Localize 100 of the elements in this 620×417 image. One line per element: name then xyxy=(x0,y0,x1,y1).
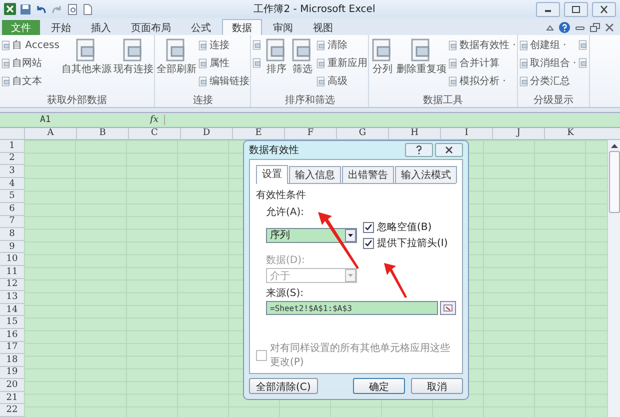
ribbon-command-icon xyxy=(448,58,458,68)
help-button[interactable] xyxy=(405,143,433,157)
dialog-tab[interactable]: 输入信息 xyxy=(289,166,341,183)
ribbon-small-button[interactable]: 创建组 · xyxy=(518,37,576,53)
ribbon-small-button[interactable]: 取消组合 · xyxy=(518,55,576,71)
column-header[interactable]: B xyxy=(76,128,128,139)
ribbon-command-icon xyxy=(198,40,208,50)
column-header[interactable]: F xyxy=(284,128,336,139)
clear-all-button[interactable]: 全部清除(C) xyxy=(249,378,318,394)
ribbon-tab[interactable]: 审阅 xyxy=(264,20,302,35)
ribbon-tab[interactable]: 插入 xyxy=(82,20,120,35)
minimize-button[interactable] xyxy=(536,2,560,16)
ribbon-small-button[interactable]: 高级 xyxy=(316,73,368,89)
allow-dropdown[interactable]: 序列 xyxy=(266,228,357,242)
help-icon[interactable] xyxy=(559,22,570,33)
column-header[interactable]: H xyxy=(388,128,440,139)
name-box[interactable]: A1 xyxy=(0,114,90,126)
close-button[interactable] xyxy=(435,143,463,157)
ribbon-small-button[interactable]: 自 Access xyxy=(1,37,60,53)
excel-logo-icon xyxy=(4,3,16,15)
ribbon-command-icon xyxy=(316,40,326,50)
ribbon-tab[interactable]: 视图 xyxy=(304,20,342,35)
checkbox[interactable] xyxy=(363,238,374,248)
group-label: 数据工具 xyxy=(422,95,464,107)
close-icon[interactable] xyxy=(605,23,614,32)
ribbon-large-button[interactable]: 全部刷新 xyxy=(156,37,196,75)
ribbon-small-button[interactable]: 编辑链接 xyxy=(198,73,250,89)
column-header[interactable]: K xyxy=(544,128,596,139)
dialog-title: 数据有效性 xyxy=(249,144,300,157)
print-preview-icon[interactable] xyxy=(67,4,78,14)
caret-icon[interactable] xyxy=(345,228,356,242)
column-header[interactable]: A xyxy=(24,128,76,139)
ribbon-large-button[interactable]: 删除重复项 xyxy=(396,37,446,75)
restore-icon[interactable] xyxy=(590,23,600,32)
cancel-button[interactable]: 取消 xyxy=(411,378,463,394)
ribbon-command-icon xyxy=(518,76,529,86)
ribbon-large-button[interactable]: 现有连接 xyxy=(113,37,154,75)
ribbon-command-icon xyxy=(252,39,262,51)
scroll-up-icon[interactable] xyxy=(610,143,618,148)
column-header[interactable]: D xyxy=(180,128,232,139)
checkbox[interactable] xyxy=(363,222,374,232)
field-label: 数据(D): xyxy=(266,254,306,267)
ribbon-command-icon xyxy=(578,39,588,51)
ribbon-command-icon xyxy=(1,58,11,68)
ok-button[interactable]: 确定 xyxy=(353,378,405,394)
ribbon-command-icon xyxy=(252,57,262,69)
annotation-arrow xyxy=(384,263,408,299)
ribbon-tab[interactable]: 页面布局 xyxy=(122,20,180,35)
ribbon-small-button[interactable]: 数据有效性 · xyxy=(448,37,516,53)
section-heading: 有效性条件 xyxy=(256,188,307,202)
ribbon-large-button[interactable]: 排序 xyxy=(264,37,288,75)
save-icon[interactable] xyxy=(20,4,31,14)
ribbon-tab[interactable]: 数据 xyxy=(222,19,262,35)
ribbon-command-icon xyxy=(198,76,208,86)
checkbox-label[interactable]: 忽略空值(B) xyxy=(377,220,432,234)
ribbon-large-button[interactable]: 筛选 xyxy=(290,37,314,75)
column-header[interactable]: I xyxy=(440,128,492,139)
ribbon-tab[interactable]: 公式 xyxy=(182,20,220,35)
ribbon-small-button[interactable]: 连接 xyxy=(198,37,250,53)
ribbon-small-button[interactable]: 属性 xyxy=(198,55,250,71)
ribbon-small-button[interactable]: 自文本 xyxy=(1,73,60,89)
ribbon-small-button[interactable]: 清除 xyxy=(316,37,368,53)
ribbon-command-icon xyxy=(198,58,208,68)
insert-function-button[interactable]: fx xyxy=(150,115,166,125)
dialog-tab[interactable]: 出错警告 xyxy=(342,166,394,183)
column-header[interactable]: C xyxy=(128,128,180,139)
ribbon-command-icon xyxy=(448,40,458,50)
ribbon-large-button[interactable]: 自其他来源 xyxy=(61,37,112,75)
source-field[interactable]: =Sheet2!$A$1:$A$3 xyxy=(266,301,438,315)
scroll-thumb[interactable] xyxy=(608,151,620,213)
ribbon-small-button[interactable]: 模拟分析 · xyxy=(448,73,516,89)
dialog-tab[interactable]: 设置 xyxy=(256,165,288,184)
group-label: 连接 xyxy=(192,95,214,107)
checkbox-label[interactable]: 提供下拉箭头(I) xyxy=(377,236,448,250)
ribbon-command-icon xyxy=(578,57,588,69)
ribbon-small-button[interactable]: 重新应用 xyxy=(316,55,368,71)
column-header[interactable]: J xyxy=(492,128,544,139)
collapse-ribbon-icon[interactable] xyxy=(546,24,554,32)
dialog-tab[interactable]: 输入法模式 xyxy=(395,166,457,183)
ribbon-small-button[interactable]: 自网站 xyxy=(1,55,60,71)
collapse-dialog-button[interactable] xyxy=(440,301,456,315)
minimize-icon[interactable] xyxy=(575,24,585,32)
ribbon-small-button[interactable]: 分类汇总 xyxy=(518,73,576,89)
column-header[interactable]: E xyxy=(232,128,284,139)
file-menu-tab[interactable]: 文件 xyxy=(2,20,40,35)
column-header[interactable]: G xyxy=(336,128,388,139)
field-label: 允许(A): xyxy=(266,206,306,219)
ribbon-tab[interactable]: 开始 xyxy=(42,20,80,35)
ribbon-command-icon xyxy=(1,40,11,50)
maximize-button[interactable] xyxy=(564,2,588,16)
close-button[interactable] xyxy=(592,2,616,16)
ribbon-large-button[interactable]: 分列 xyxy=(370,37,394,75)
ribbon-command-icon xyxy=(518,58,529,68)
annotation-arrow xyxy=(318,212,360,270)
ribbon-command-icon xyxy=(448,76,458,86)
vertical-scrollbar[interactable] xyxy=(607,140,620,417)
field-label: 来源(S): xyxy=(266,286,305,300)
undo-icon[interactable] xyxy=(35,4,47,14)
new-document-icon[interactable] xyxy=(82,4,93,14)
ribbon-small-button[interactable]: 合并计算 xyxy=(448,55,516,71)
